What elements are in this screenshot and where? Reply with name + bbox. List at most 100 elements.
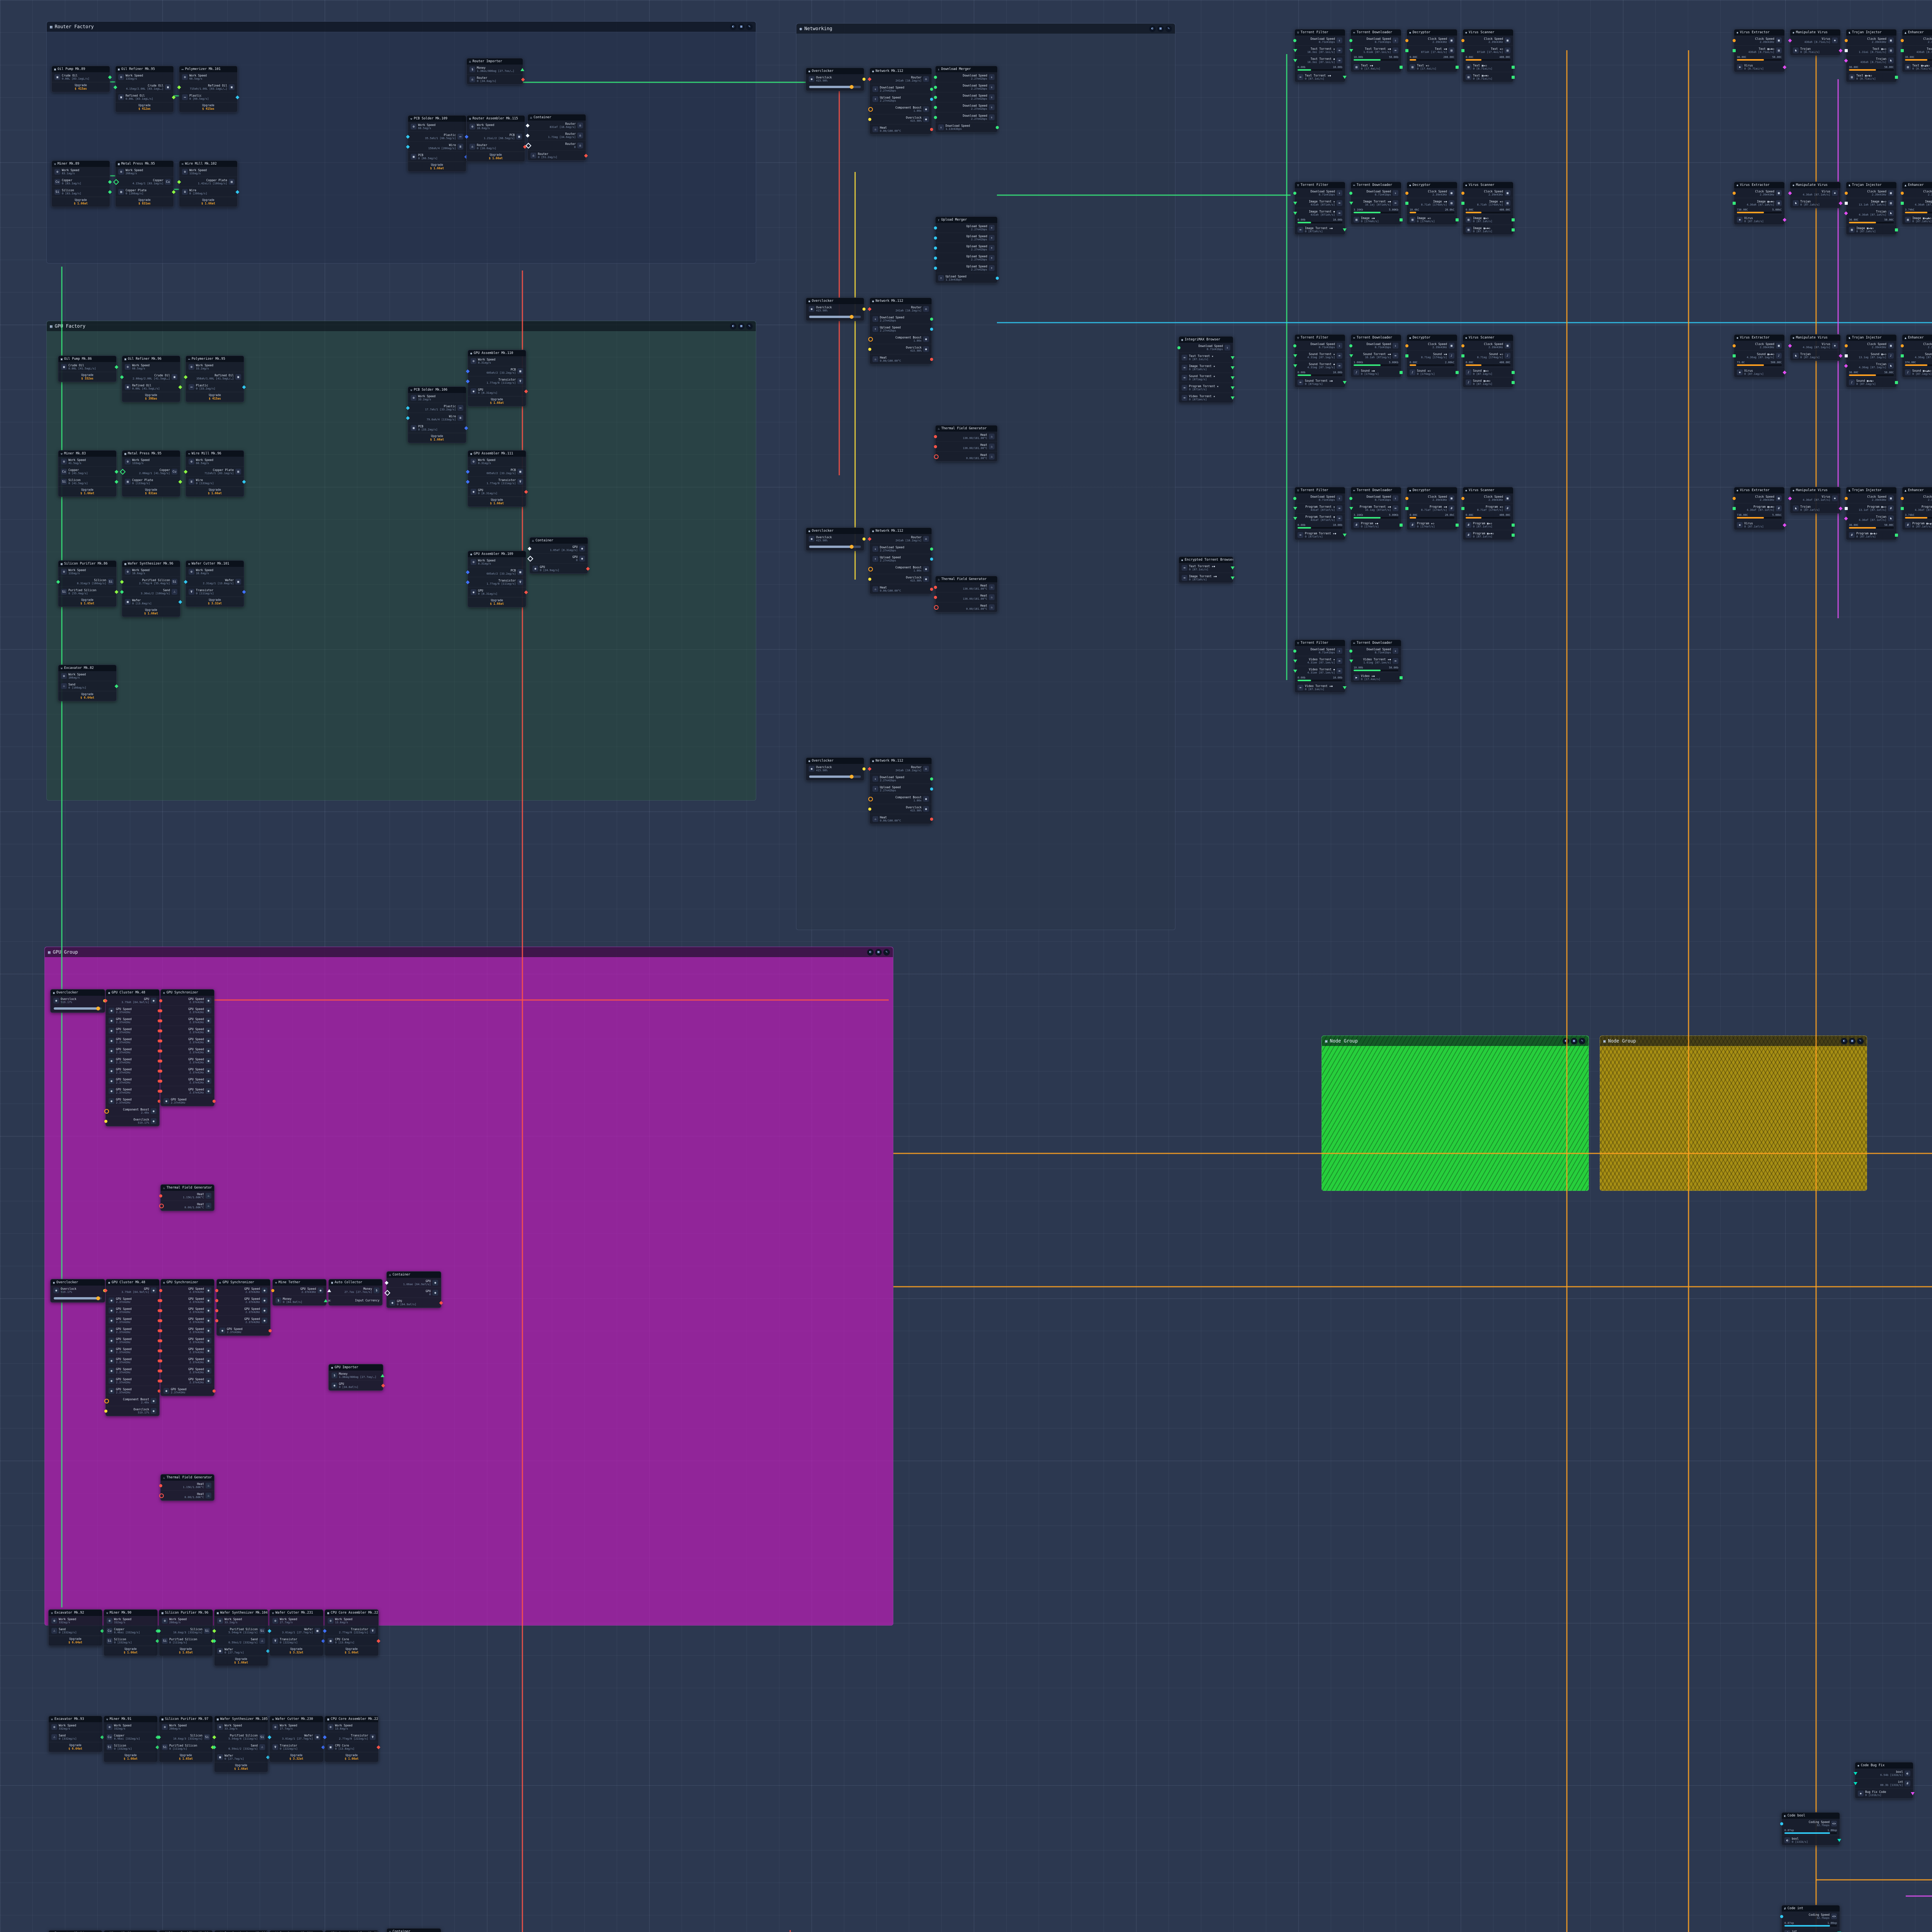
node-container[interactable]: ⌂ContainerGPU1.06ae [64.9af/s]◉GPU0◉◉GPU… bbox=[386, 1271, 441, 1308]
node-excavator-mk-82[interactable]: ⚒Excavator Mk.82⚙Work Speed166ag/s∴Sand0… bbox=[58, 665, 117, 701]
port[interactable] bbox=[1512, 66, 1515, 69]
port[interactable] bbox=[934, 247, 937, 250]
node-oil-pump-mk-89[interactable]: ▣Oil Pump Mk.89▣Crude Oil0.00L [83.1agL/… bbox=[51, 66, 110, 92]
port[interactable] bbox=[215, 1289, 218, 1292]
upgrade-button[interactable]: Upgrade$ 6.64at bbox=[49, 1742, 102, 1752]
port[interactable] bbox=[1343, 76, 1347, 79]
node-miner-mk-92[interactable]: ⚒Miner Mk.92⚙Work Speed332ag/sCuCopper8.… bbox=[104, 1930, 158, 1932]
slider-knob[interactable] bbox=[850, 775, 854, 779]
port[interactable] bbox=[1456, 66, 1459, 69]
palette-icon[interactable]: ◐ bbox=[1563, 1038, 1569, 1044]
port[interactable] bbox=[930, 548, 933, 551]
port[interactable] bbox=[271, 1289, 274, 1292]
layout-icon[interactable]: ▦ bbox=[1849, 1038, 1855, 1044]
port[interactable] bbox=[1405, 39, 1408, 42]
node-encrypted-torrent-browser[interactable]: ◆Encrypted Torrent Browser∞Text Torrent … bbox=[1179, 556, 1233, 583]
node-torrent-downloader[interactable]: ∞Torrent DownloaderDownload Speed8.71e41… bbox=[1350, 182, 1401, 225]
upgrade-button[interactable]: Upgrade$ 1.65at bbox=[159, 1752, 213, 1762]
port[interactable] bbox=[104, 1410, 107, 1413]
port[interactable] bbox=[1349, 202, 1353, 205]
port[interactable] bbox=[1901, 354, 1904, 357]
node-manipulate-virus[interactable]: ✱Manipulate VirusVirus4.36ag [87.1ag/s]✱… bbox=[1790, 334, 1841, 361]
port[interactable] bbox=[215, 1309, 218, 1312]
node-integrimax-browser[interactable]: ◉IntegriMAX BrowserDownload Speed8.71e41… bbox=[1179, 336, 1233, 403]
port[interactable] bbox=[377, 1639, 381, 1643]
edit-icon[interactable]: ✎ bbox=[883, 949, 890, 956]
upgrade-button[interactable]: Upgrade$ 1.66at bbox=[214, 1762, 268, 1772]
port[interactable] bbox=[1293, 660, 1297, 663]
port[interactable] bbox=[1844, 59, 1848, 63]
port[interactable] bbox=[1788, 39, 1792, 43]
node-enhancer[interactable]: ▲EnhancerClock Speed2.39e43Hz▦Sound ▣★♞◇… bbox=[1902, 334, 1932, 378]
node-manipulate-virus[interactable]: ✱Manipulate VirusVirus4.36ah [87.1ah/s]✱… bbox=[1790, 182, 1841, 208]
node-wafer-synthesizer-mk-106[interactable]: ▩Wafer Synthesizer Mk.106⚙Work Speed33.2… bbox=[214, 1930, 268, 1932]
node-miner-mk-90[interactable]: ⚒Miner Mk.90⚙Work Speed332ag/sCuCopper8.… bbox=[104, 1609, 158, 1656]
port[interactable] bbox=[862, 767, 866, 770]
port[interactable] bbox=[1854, 1782, 1857, 1785]
edit-icon[interactable]: ✎ bbox=[1165, 26, 1172, 32]
port[interactable] bbox=[269, 1329, 272, 1332]
node-virus-extractor[interactable]: ✱Virus ExtractorClock Speed2.39e43Hz▦Sou… bbox=[1734, 334, 1785, 378]
port[interactable] bbox=[868, 578, 871, 581]
port[interactable] bbox=[930, 588, 933, 591]
port[interactable] bbox=[1400, 371, 1403, 374]
node-metal-press-mk-95[interactable]: ▦Metal Press Mk.95⚙Work Speed133ag/sCopp… bbox=[122, 450, 180, 497]
upgrade-button[interactable]: Upgrade$ 1.66at bbox=[325, 1752, 378, 1762]
node-overclocker[interactable]: ◉Overclocker◉Overclock415.98% bbox=[806, 527, 864, 551]
port[interactable] bbox=[1293, 497, 1296, 500]
upgrade-button[interactable]: Upgrade$ 1.66at bbox=[122, 607, 180, 617]
upgrade-button[interactable]: Upgrade$ 1.65at bbox=[159, 1646, 213, 1656]
port[interactable] bbox=[1293, 670, 1297, 673]
node-decryptor[interactable]: ◆DecryptorClock Speed2.39e43Hz▦Text ★◆87… bbox=[1406, 29, 1458, 72]
port[interactable] bbox=[323, 1735, 327, 1739]
node-wafer-synthesizer-mk-105[interactable]: ▩Wafer Synthesizer Mk.105⚙Work Speed33.2… bbox=[214, 1716, 268, 1772]
port[interactable] bbox=[159, 1080, 162, 1083]
port[interactable] bbox=[1343, 534, 1347, 537]
port[interactable] bbox=[268, 1735, 272, 1739]
node-network-mk-112[interactable]: ◉Network Mk.112Router241ah [10.2ag/s]⌂⇓D… bbox=[869, 757, 932, 824]
port[interactable] bbox=[930, 777, 933, 781]
group-networking[interactable]: ◉Networking◐▦✎ bbox=[796, 23, 1175, 930]
port[interactable] bbox=[1911, 1792, 1915, 1795]
port[interactable] bbox=[1839, 507, 1843, 510]
node-overclocker[interactable]: ◉Overclocker◉Overclock415.98% bbox=[806, 757, 864, 781]
port[interactable] bbox=[1733, 354, 1736, 357]
port[interactable] bbox=[1349, 354, 1353, 357]
node-metal-press-mk-95[interactable]: ▦Metal Press Mk.95⚙Work Speed266ag/sCopp… bbox=[115, 160, 174, 207]
group-node-group[interactable]: ▣Node Group◐▦✎ bbox=[1600, 1036, 1867, 1191]
port[interactable] bbox=[1783, 218, 1787, 222]
upgrade-button[interactable]: Upgrade$ 415as bbox=[179, 102, 237, 112]
node-wire-mill-mk-96[interactable]: ≈Wire Mill Mk.96⚙Work Speed66.5ag/sCoppe… bbox=[185, 450, 244, 497]
palette-icon[interactable]: ◐ bbox=[1149, 26, 1156, 32]
port[interactable] bbox=[1231, 366, 1235, 369]
port[interactable] bbox=[934, 106, 937, 109]
upgrade-button[interactable]: Upgrade$ 3.32at bbox=[270, 1752, 323, 1762]
upgrade-button[interactable]: Upgrade$ 1.65at bbox=[58, 597, 116, 607]
port[interactable] bbox=[868, 118, 871, 121]
node-thermal-field-generator[interactable]: ♨Thermal Field GeneratorHeat1.15K/1.60K°… bbox=[160, 1474, 214, 1501]
palette-icon[interactable]: ◐ bbox=[730, 323, 736, 330]
port[interactable] bbox=[1343, 228, 1347, 231]
port[interactable] bbox=[1895, 381, 1898, 384]
port[interactable] bbox=[1788, 191, 1792, 195]
port[interactable] bbox=[1845, 344, 1848, 347]
node-gpu-assembler-mk-110[interactable]: ◉GPU Assembler Mk.110⚙Work Speed8.31ag/s… bbox=[468, 350, 526, 406]
node-wafer-cutter-mk-101[interactable]: ⚒Wafer Cutter Mk.101⚙Work Speed16.6ag/sW… bbox=[185, 560, 244, 607]
port[interactable] bbox=[1461, 192, 1464, 195]
upgrade-button[interactable]: Upgrade$ 1.66at bbox=[186, 486, 244, 497]
port[interactable] bbox=[1844, 364, 1848, 368]
node-torrent-downloader[interactable]: ∞Torrent DownloaderDownload Speed8.71e41… bbox=[1350, 29, 1401, 72]
port[interactable] bbox=[996, 277, 999, 280]
port[interactable] bbox=[159, 1379, 162, 1383]
upgrade-button[interactable]: Upgrade$ 6.64at bbox=[49, 1636, 102, 1646]
upgrade-button[interactable]: Upgrade$ 831as bbox=[122, 486, 180, 497]
port[interactable] bbox=[1845, 497, 1848, 500]
node-virus-extractor[interactable]: ✱Virus ExtractorClock Speed2.39e43Hz▦Pro… bbox=[1734, 487, 1785, 530]
node-torrent-filter[interactable]: ▽Torrent FilterDownload Speed8.71e41bps⇓… bbox=[1294, 639, 1345, 693]
port[interactable] bbox=[1293, 344, 1296, 347]
upgrade-button[interactable]: Upgrade$ 332as bbox=[58, 372, 116, 382]
port[interactable] bbox=[1349, 507, 1353, 510]
upgrade-button[interactable]: Upgrade$ 398as bbox=[122, 392, 180, 402]
port[interactable] bbox=[1461, 507, 1464, 510]
node-container[interactable]: ⌂ContainerGPU1.05af [8.31ag/s]◉GPU0◉◉GPU… bbox=[529, 537, 588, 574]
